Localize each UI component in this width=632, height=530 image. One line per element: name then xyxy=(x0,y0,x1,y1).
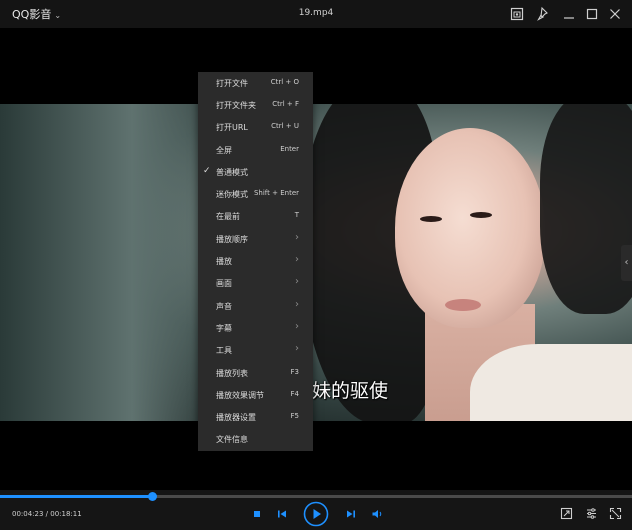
menu-item-effects[interactable]: 播放效果调节 F4 xyxy=(198,384,313,406)
menu-item-label: 打开URL xyxy=(216,123,248,132)
menu-item-normal-mode[interactable]: ✓ 普通模式 xyxy=(198,161,313,183)
context-menu: 打开文件 Ctrl + O 打开文件夹 Ctrl + F 打开URL Ctrl … xyxy=(198,72,313,451)
menu-item-mini-mode[interactable]: 迷你模式 Shift + Enter xyxy=(198,183,313,205)
menu-item-label: 字幕 xyxy=(216,324,232,333)
menu-item-tools[interactable]: 工具 › xyxy=(198,339,313,361)
close-icon[interactable] xyxy=(607,6,623,22)
menu-item-label: 播放 xyxy=(216,257,232,266)
skip-next-icon xyxy=(347,510,355,518)
menu-item-shortcut: T xyxy=(294,211,299,219)
chevron-left-icon: ‹ xyxy=(624,257,629,268)
play-button[interactable] xyxy=(303,501,329,527)
volume-button[interactable] xyxy=(371,508,384,520)
menu-item-player-settings[interactable]: 播放器设置 F5 xyxy=(198,406,313,428)
minimize-icon[interactable] xyxy=(561,6,577,22)
video-frame[interactable] xyxy=(0,104,632,421)
menu-item-label: 播放列表 xyxy=(216,369,248,378)
stop-icon xyxy=(254,511,260,517)
screenshot-button[interactable] xyxy=(560,507,573,520)
capture-icon xyxy=(560,507,573,520)
menu-item-shortcut: Shift + Enter xyxy=(253,189,299,197)
menu-item-play[interactable]: 播放 › xyxy=(198,250,313,272)
volume-icon xyxy=(372,510,382,518)
video-eye-left xyxy=(420,216,442,222)
maximize-icon[interactable] xyxy=(584,6,600,22)
menu-item-always-on-top[interactable]: 在最前 T xyxy=(198,205,313,227)
next-button[interactable] xyxy=(345,508,357,520)
menu-item-open-folder[interactable]: 打开文件夹 Ctrl + F xyxy=(198,94,313,116)
menu-item-shortcut: Enter xyxy=(280,145,299,153)
menu-item-file-info[interactable]: 文件信息 xyxy=(198,428,313,450)
menu-item-label: 声音 xyxy=(216,302,232,311)
fullscreen-button[interactable] xyxy=(609,507,622,520)
menu-item-label: 普通模式 xyxy=(216,168,248,177)
menu-item-label: 画面 xyxy=(216,279,232,288)
check-icon: ✓ xyxy=(203,166,211,176)
chevron-right-icon: › xyxy=(295,276,299,287)
menu-item-label: 文件信息 xyxy=(216,435,248,444)
chevron-right-icon: › xyxy=(295,254,299,265)
menu-item-label: 打开文件夹 xyxy=(216,101,256,110)
progress-bar[interactable] xyxy=(0,492,632,501)
chevron-right-icon: › xyxy=(295,343,299,354)
menu-item-label: 全屏 xyxy=(216,146,232,155)
playlist-toggle-tab[interactable]: ‹ xyxy=(621,245,632,281)
menu-item-shortcut: F3 xyxy=(290,368,299,376)
menu-item-shortcut: Ctrl + O xyxy=(270,78,299,86)
menu-item-open-file[interactable]: 打开文件 Ctrl + O xyxy=(198,72,313,94)
video-eye-right xyxy=(470,212,492,218)
screenshot-icon[interactable] xyxy=(509,6,525,22)
menu-item-open-url[interactable]: 打开URL Ctrl + U xyxy=(198,116,313,138)
chevron-right-icon: › xyxy=(295,299,299,310)
menu-item-subtitles[interactable]: 字幕 › xyxy=(198,317,313,339)
equalizer-button[interactable] xyxy=(585,507,598,520)
chevron-right-icon: › xyxy=(295,232,299,243)
menu-item-label: 播放顺序 xyxy=(216,235,248,244)
menu-item-label: 打开文件 xyxy=(216,79,248,88)
video-garment xyxy=(470,344,632,421)
menu-item-label: 在最前 xyxy=(216,212,240,221)
skip-previous-icon xyxy=(278,510,286,518)
menu-item-shortcut: Ctrl + F xyxy=(272,100,299,108)
time-display: 00:04:23 / 00:18:11 xyxy=(12,510,82,518)
stop-button[interactable] xyxy=(252,509,262,519)
video-face-shape xyxy=(395,128,545,328)
subtitle-text: 妹的驱使 xyxy=(312,380,389,402)
menu-item-picture[interactable]: 画面 › xyxy=(198,272,313,294)
menu-item-label: 播放效果调节 xyxy=(216,391,264,400)
menu-item-shortcut: F4 xyxy=(290,390,299,398)
video-hair-right xyxy=(540,104,632,314)
menu-item-fullscreen[interactable]: 全屏 Enter xyxy=(198,139,313,161)
menu-item-shortcut: Ctrl + U xyxy=(271,122,299,130)
chevron-right-icon: › xyxy=(295,321,299,332)
fullscreen-icon xyxy=(609,507,622,520)
play-icon xyxy=(303,501,329,527)
title-bar: QQ影音 ⌄ 19.mp4 xyxy=(0,0,632,28)
equalizer-icon xyxy=(587,508,596,519)
menu-item-label: 播放器设置 xyxy=(216,413,256,422)
video-lips xyxy=(445,299,481,311)
menu-item-label: 工具 xyxy=(216,346,232,355)
menu-item-playlist[interactable]: 播放列表 F3 xyxy=(198,362,313,384)
pin-icon[interactable] xyxy=(536,6,552,22)
menu-item-shortcut: F5 xyxy=(290,412,299,420)
menu-item-label: 迷你模式 xyxy=(216,190,248,199)
progress-fill xyxy=(0,495,153,498)
previous-button[interactable] xyxy=(276,508,288,520)
menu-item-play-order[interactable]: 播放顺序 › xyxy=(198,228,313,250)
menu-item-audio[interactable]: 声音 › xyxy=(198,295,313,317)
